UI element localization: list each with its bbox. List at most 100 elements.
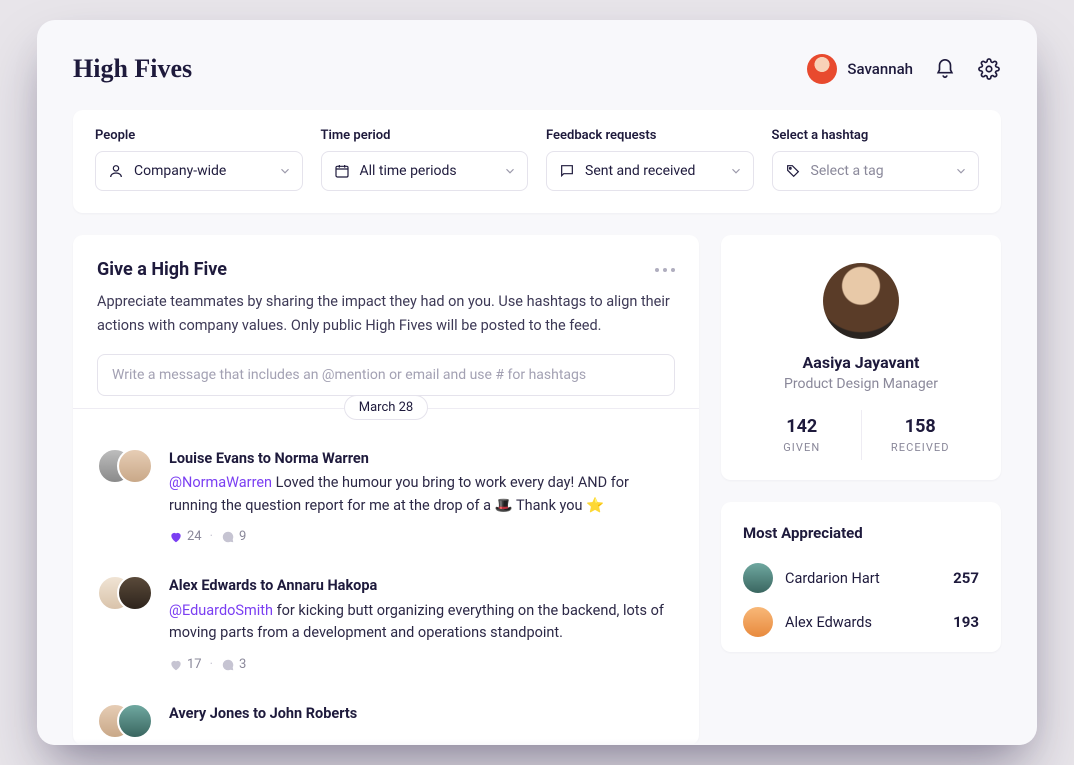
top-bar-right: Savannah	[807, 54, 1001, 84]
most-appreciated-card: Most Appreciated Cardarion Hart 257 Alex…	[721, 502, 1001, 652]
date-separator: March 28	[73, 408, 699, 434]
bell-icon	[934, 58, 956, 80]
post-content: @NormaWarren Loved the humour you bring …	[169, 472, 675, 517]
filter-feedback: Feedback requests Sent and received	[546, 128, 754, 191]
give-high-five-card: Give a High Five Appreciate teammates by…	[73, 235, 699, 745]
heart-icon	[169, 530, 183, 544]
card-description: Appreciate teammates by sharing the impa…	[97, 290, 675, 338]
chevron-down-icon	[954, 164, 968, 178]
chevron-down-icon	[278, 164, 292, 178]
card-menu-button[interactable]	[655, 268, 675, 272]
like-button[interactable]: 17	[169, 655, 202, 675]
card-header: Give a High Five	[97, 259, 675, 280]
message-input[interactable]: Write a message that includes an @mentio…	[97, 354, 675, 396]
comment-icon	[221, 658, 235, 672]
calendar-icon	[334, 163, 350, 179]
filter-period: Time period All time periods	[321, 128, 529, 191]
profile-role: Product Design Manager	[743, 376, 979, 392]
post-reactions: 17 · 3	[169, 655, 675, 675]
comment-button[interactable]: 9	[221, 527, 246, 547]
filter-label: People	[95, 128, 303, 143]
separator: ·	[210, 527, 213, 547]
person-count: 193	[953, 613, 979, 631]
hashtag-dropdown[interactable]: Select a tag	[772, 151, 980, 191]
avatar	[117, 448, 153, 484]
filter-people: People Company-wide	[95, 128, 303, 191]
filter-label: Feedback requests	[546, 128, 754, 143]
appreciated-row[interactable]: Cardarion Hart 257	[743, 556, 979, 600]
feed-post: Louise Evans to Norma Warren @NormaWarre…	[73, 438, 699, 566]
current-user-chip[interactable]: Savannah	[807, 54, 913, 84]
stat-label: GIVEN	[743, 441, 861, 454]
mention[interactable]: @EduardoSmith	[169, 602, 273, 619]
stat-received: 158 RECEIVED	[861, 410, 980, 460]
person-name: Alex Edwards	[785, 614, 941, 631]
stat-value: 142	[743, 416, 861, 437]
avatar	[117, 575, 153, 611]
filter-hashtag: Select a hashtag Select a tag	[772, 128, 980, 191]
person-count: 257	[953, 569, 979, 587]
comment-icon	[221, 530, 235, 544]
post-avatars	[97, 448, 155, 488]
date-pill: March 28	[344, 395, 429, 420]
filter-label: Time period	[321, 128, 529, 143]
avatar	[117, 703, 153, 739]
chevron-down-icon	[503, 164, 517, 178]
stat-label: RECEIVED	[862, 441, 980, 454]
filter-label: Select a hashtag	[772, 128, 980, 143]
heart-icon	[169, 658, 183, 672]
post-avatars	[97, 703, 155, 743]
post-body: Louise Evans to Norma Warren @NormaWarre…	[169, 448, 675, 548]
input-placeholder: Write a message that includes an @mentio…	[112, 367, 586, 383]
feed-column: Give a High Five Appreciate teammates by…	[73, 235, 699, 745]
profile-card: Aasiya Jayavant Product Design Manager 1…	[721, 235, 1001, 480]
chat-icon	[559, 163, 575, 179]
post-body: Avery Jones to John Roberts	[169, 703, 675, 743]
top-bar: High Fives Savannah	[73, 54, 1001, 84]
post-avatars	[97, 575, 155, 615]
person-icon	[108, 163, 124, 179]
main-row: Give a High Five Appreciate teammates by…	[73, 235, 1001, 745]
comment-count: 9	[239, 527, 246, 547]
profile-name: Aasiya Jayavant	[743, 353, 979, 372]
like-count: 17	[187, 655, 202, 675]
gear-icon	[978, 58, 1000, 80]
feed-post: Alex Edwards to Annaru Hakopa @EduardoSm…	[73, 565, 699, 693]
stat-value: 158	[862, 416, 980, 437]
page-title: High Fives	[73, 54, 192, 84]
person-name: Cardarion Hart	[785, 570, 941, 587]
appreciated-row[interactable]: Alex Edwards 193	[743, 600, 979, 644]
separator: ·	[210, 655, 213, 675]
post-header: Louise Evans to Norma Warren	[169, 448, 675, 470]
comment-button[interactable]: 3	[221, 655, 246, 675]
feed-post: Avery Jones to John Roberts	[73, 693, 699, 745]
feedback-dropdown[interactable]: Sent and received	[546, 151, 754, 191]
period-dropdown[interactable]: All time periods	[321, 151, 529, 191]
avatar	[743, 607, 773, 637]
notifications-button[interactable]	[933, 57, 957, 81]
dropdown-value: Sent and received	[585, 163, 695, 179]
card-title: Most Appreciated	[743, 524, 979, 542]
post-header: Avery Jones to John Roberts	[169, 703, 675, 725]
current-user-name: Savannah	[847, 60, 913, 78]
post-body: Alex Edwards to Annaru Hakopa @EduardoSm…	[169, 575, 675, 675]
side-column: Aasiya Jayavant Product Design Manager 1…	[721, 235, 1001, 745]
feed-list: Louise Evans to Norma Warren @NormaWarre…	[73, 434, 699, 745]
tag-icon	[785, 163, 801, 179]
bottom-fade	[37, 739, 1037, 745]
post-header: Alex Edwards to Annaru Hakopa	[169, 575, 675, 597]
dropdown-value: Company-wide	[134, 163, 226, 179]
comment-count: 3	[239, 655, 246, 675]
people-dropdown[interactable]: Company-wide	[95, 151, 303, 191]
dropdown-value: All time periods	[360, 163, 457, 179]
post-reactions: 24 · 9	[169, 527, 675, 547]
post-content: @EduardoSmith for kicking butt organizin…	[169, 600, 675, 645]
like-button[interactable]: 24	[169, 527, 202, 547]
avatar	[807, 54, 837, 84]
app-card: High Fives Savannah People Company-wide	[37, 20, 1037, 745]
stat-given: 142 GIVEN	[743, 410, 861, 460]
card-title: Give a High Five	[97, 259, 227, 280]
settings-button[interactable]	[977, 57, 1001, 81]
mention[interactable]: @NormaWarren	[169, 474, 272, 491]
like-count: 24	[187, 527, 202, 547]
